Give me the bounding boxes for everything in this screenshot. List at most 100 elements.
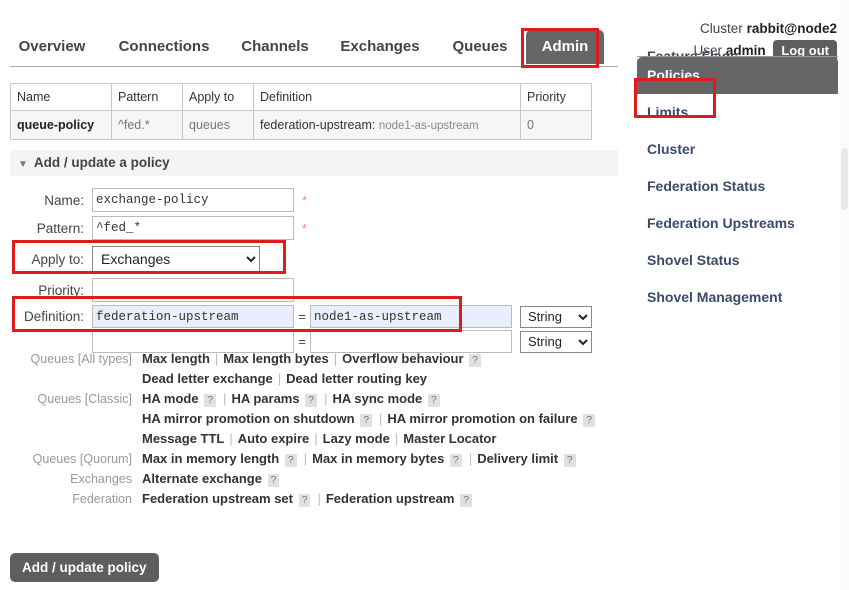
definition-value-input-1[interactable] [310,305,512,328]
help-icon[interactable]: ? [285,454,297,467]
hint-item-list: Dead letter exchange | Dead letter routing… [142,369,640,389]
add-update-policy-button[interactable]: Add / update policy [10,553,159,582]
definition-type-select-1[interactable]: String [520,306,592,328]
hint-item-auto-expire[interactable]: Auto expire [238,431,310,446]
pattern-required-marker: * [302,221,307,236]
help-icon[interactable]: ? [469,354,481,367]
nav-tab-queues[interactable]: Queues [434,30,526,64]
add-update-policy-section-header[interactable]: ▼Add / update a policy [10,150,618,176]
col-header-pattern[interactable]: Pattern [112,84,183,111]
name-input[interactable] [92,188,294,212]
hint-separator: | [229,431,232,446]
col-header-apply-to[interactable]: Apply to [183,84,254,111]
sidebar-item-shovel-management[interactable]: Shovel Management [637,279,838,316]
hint-item-overflow-behaviour[interactable]: Overflow behaviour [342,351,463,366]
nav-tab-exchanges[interactable]: Exchanges [326,30,434,64]
apply-to-select[interactable]: Exchanges [92,246,260,272]
sidebar-item-federation-upstreams[interactable]: Federation Upstreams [637,205,838,242]
nav-tab-channels[interactable]: Channels [224,30,326,64]
hint-row: Message TTL|Auto expire|Lazy mode|Master… [0,429,640,449]
help-icon[interactable]: ? [450,454,462,467]
definition-key: federation-upstream: [260,118,375,132]
nav-underline [10,66,618,67]
help-icon[interactable]: ? [428,394,440,407]
table-row[interactable]: queue-policy ^fed.* queues federation-up… [11,111,592,140]
sidebar-item-limits[interactable]: Limits [637,94,838,131]
sidebar-item-label: Shovel Status [647,252,740,268]
hint-item-max-in-memory-bytes[interactable]: Max in memory bytes [312,451,444,466]
sidebar-item-federation-status[interactable]: Federation Status [637,168,838,205]
hint-item-federation-upstream[interactable]: Federation upstream [326,491,455,506]
hint-item-list: Max length|Max length bytes|Overflow beh… [142,349,640,369]
definition-hints: Queues [All types]Max length|Max length … [0,349,640,509]
definition-key-input-1[interactable] [92,305,294,328]
hint-item-list: HA mirror promotion on shutdown ?|HA mir… [142,409,640,429]
apply-to-label: Apply to: [0,252,92,267]
sidebar-item-cluster[interactable]: Cluster [637,131,838,168]
hint-item-ha-sync-mode[interactable]: HA sync mode [332,391,422,406]
help-icon[interactable]: ? [564,454,576,467]
hint-item-list: Alternate exchange ? [142,469,640,489]
hint-item-max-length-bytes[interactable]: Max length bytes [223,351,328,366]
admin-sidebar: Feature Flags Policies Limits Cluster Fe… [637,56,838,316]
priority-input[interactable] [92,278,294,302]
col-header-definition[interactable]: Definition [254,84,521,111]
hint-row: HA mirror promotion on shutdown ?|HA mir… [0,409,640,429]
hint-item-federation-upstream-set[interactable]: Federation upstream set [142,491,293,506]
nav-tab-admin[interactable]: Admin [526,30,604,64]
col-header-priority[interactable]: Priority [521,84,592,111]
help-icon[interactable]: ? [583,414,595,427]
hint-item-max-in-memory-length[interactable]: Max in memory length [142,451,279,466]
hint-separator: | [395,431,398,446]
hint-item-list: Message TTL|Auto expire|Lazy mode|Master… [142,429,640,449]
definition-row: = String [92,304,592,329]
pattern-input[interactable] [92,216,294,240]
cell-policy-name[interactable]: queue-policy [11,111,112,140]
nav-tab-connections[interactable]: Connections [104,30,224,64]
help-icon[interactable]: ? [305,394,317,407]
hint-item-delivery-limit[interactable]: Delivery limit [477,451,558,466]
hint-item-list: Max in memory length ? | Max in memory byt… [142,449,640,469]
hint-separator: | [215,351,218,366]
hint-item-message-ttl[interactable]: Message TTL [142,431,224,446]
help-icon[interactable]: ? [360,414,372,427]
sidebar-item-policies[interactable]: Policies [637,57,838,94]
hint-category-label: Exchanges [0,469,142,489]
definition-equals-2: = [294,334,310,349]
hint-item-lazy-mode[interactable]: Lazy mode [323,431,390,446]
collapse-caret-icon[interactable]: ▼ [18,152,28,178]
page-scrollbar-thumb[interactable] [841,148,848,210]
hint-item-ha-mirror-promotion-on-failure[interactable]: HA mirror promotion on failure [387,411,577,426]
hint-item-dead-letter-routing-key[interactable]: Dead letter routing key [286,371,427,386]
hint-item-ha-mode[interactable]: HA mode [142,391,199,406]
name-label: Name: [0,193,92,208]
help-icon[interactable]: ? [460,494,472,507]
hint-item-max-length[interactable]: Max length [142,351,210,366]
sidebar-item-shovel-status[interactable]: Shovel Status [637,242,838,279]
sidebar-item-feature-flags-clipped[interactable]: Feature Flags [637,47,838,56]
main-nav-list: Overview Connections Channels Exchanges … [0,30,628,64]
hint-item-dead-letter-exchange[interactable]: Dead letter exchange [142,371,273,386]
nav-tab-overview[interactable]: Overview [0,30,104,64]
hint-category-label: Queues [Classic] [0,389,142,409]
help-icon[interactable]: ? [204,394,216,407]
hint-item-ha-mirror-promotion-on-shutdown[interactable]: HA mirror promotion on shutdown [142,411,355,426]
hint-separator: | [278,371,281,386]
hint-row: Dead letter exchange | Dead letter routing… [0,369,640,389]
page-scrollbar[interactable] [840,0,849,590]
hint-separator: | [304,451,307,466]
cluster-name: rabbit@node2 [747,21,837,36]
form-row-name: Name: * [0,186,628,214]
help-icon[interactable]: ? [299,494,311,507]
policies-table-body: queue-policy ^fed.* queues federation-up… [11,111,592,140]
form-row-definition: Definition: = String = String [0,304,628,354]
hint-item-alternate-exchange[interactable]: Alternate exchange [142,471,262,486]
help-icon[interactable]: ? [268,474,280,487]
hint-item-master-locator[interactable]: Master Locator [403,431,496,446]
col-header-name[interactable]: Name [11,84,112,111]
sidebar-item-label: Federation Status [647,178,765,194]
definition-grid: = String = String [92,304,592,354]
form-row-pattern: Pattern: * [0,214,628,242]
cell-policy-priority: 0 [521,111,592,140]
hint-item-ha-params[interactable]: HA params [231,391,299,406]
